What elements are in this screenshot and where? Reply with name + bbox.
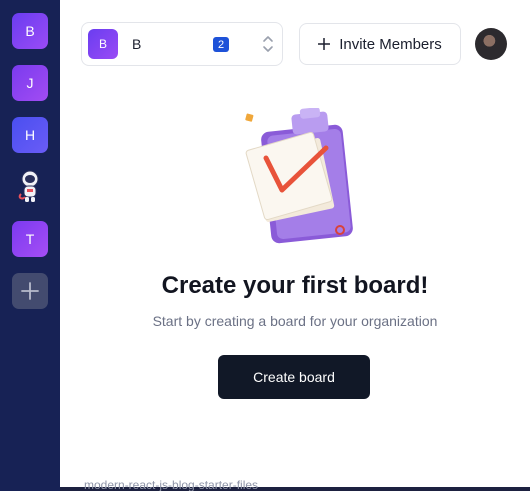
clipboard-illustration <box>245 108 353 244</box>
org-tile-j[interactable]: J <box>12 65 48 101</box>
main-content: B B 2 Invite Members Create your first b… <box>60 0 530 487</box>
user-avatar[interactable] <box>475 28 507 60</box>
org-tile-label: J <box>26 75 34 91</box>
create-board-button[interactable]: Create board <box>218 355 370 399</box>
invite-members-button[interactable]: Invite Members <box>299 23 461 65</box>
app-window: B J H T B B 2 Invite Members Create your… <box>0 0 530 491</box>
taskbar-item-label: modern-react-js-blog-starter-files <box>84 478 259 491</box>
org-avatar: B <box>88 29 118 59</box>
org-tile-t[interactable]: T <box>12 221 48 257</box>
org-sidebar: B J H T <box>0 0 60 491</box>
member-count-badge: 2 <box>213 37 229 52</box>
astronaut-icon <box>18 170 39 202</box>
empty-state-title: Create your first board! <box>161 272 429 299</box>
org-tile-label: H <box>24 127 36 143</box>
invite-members-label: Invite Members <box>339 35 442 53</box>
plus-icon <box>21 282 39 300</box>
chevron-up-down-icon <box>263 36 273 52</box>
plus-icon <box>318 38 331 50</box>
org-tile-label: T <box>25 231 35 247</box>
org-name: B <box>132 36 142 52</box>
org-tile-h[interactable]: H <box>12 117 48 153</box>
org-switcher[interactable]: B B 2 <box>81 22 283 66</box>
org-tile-b[interactable]: B <box>12 13 48 49</box>
empty-state-subtitle: Start by creating a board for your organ… <box>152 313 438 329</box>
org-avatar-letter: B <box>98 37 107 51</box>
org-tile-label: B <box>25 23 35 39</box>
org-tile-astronaut[interactable] <box>12 169 48 205</box>
create-board-label: Create board <box>253 369 335 385</box>
add-org-button[interactable] <box>12 273 48 309</box>
